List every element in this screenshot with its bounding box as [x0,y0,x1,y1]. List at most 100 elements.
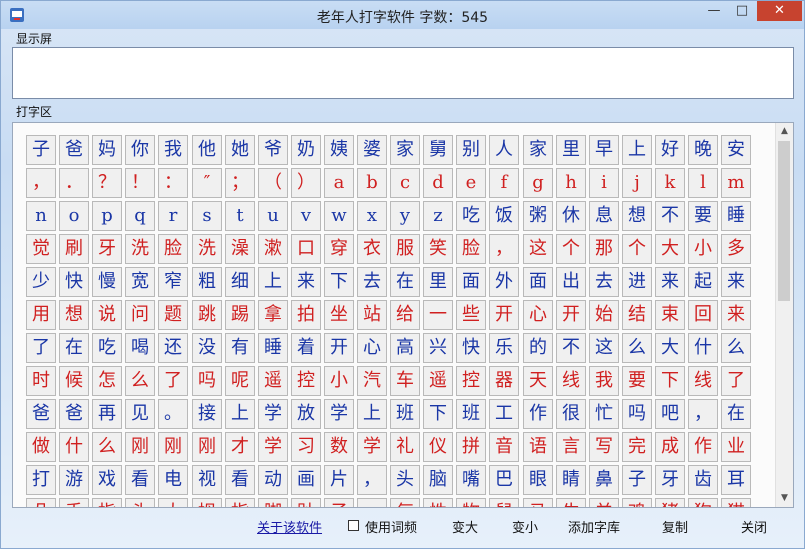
key-button[interactable]: 候 [59,366,89,396]
key-button[interactable]: 个 [622,234,652,264]
key-button[interactable]: 漱 [258,234,288,264]
key-button[interactable]: 坐 [324,300,354,330]
key-button[interactable]: 么 [92,432,122,462]
key-button[interactable]: 脑 [423,465,453,495]
key-button[interactable]: 我 [589,366,619,396]
key-button[interactable]: 面 [523,267,553,297]
key-button[interactable]: 踢 [225,300,255,330]
key-button[interactable]: 上 [258,267,288,297]
key-button[interactable]: 要 [688,201,718,231]
key-button[interactable]: b [357,168,387,198]
use-phrases-checkbox[interactable] [348,520,359,531]
key-button[interactable]: ： [158,168,188,198]
key-button[interactable]: 个 [556,234,586,264]
key-button[interactable]: 澡 [225,234,255,264]
key-button[interactable]: 刚 [192,432,222,462]
key-button[interactable]: p [92,201,122,231]
key-button[interactable]: 别 [456,135,486,165]
key-button[interactable]: 吧 [655,399,685,429]
key-button[interactable]: 小 [324,366,354,396]
key-button[interactable]: 数 [324,432,354,462]
key-button[interactable]: 戏 [92,465,122,495]
scroll-down-icon[interactable]: ▼ [776,490,793,507]
key-button[interactable]: 音 [489,432,519,462]
key-button[interactable]: 再 [92,399,122,429]
key-button[interactable]: g [523,168,553,198]
key-button[interactable]: x [357,201,387,231]
key-button[interactable]: 兴 [423,333,453,363]
key-button[interactable]: z [423,201,453,231]
key-button[interactable]: 画 [291,465,321,495]
key-button[interactable]: 你 [125,135,155,165]
key-button[interactable]: 脸 [456,234,486,264]
key-button[interactable]: 在 [59,333,89,363]
key-button[interactable]: 下 [423,399,453,429]
key-button[interactable]: 了 [158,366,188,396]
key-button[interactable]: 回 [688,300,718,330]
key-button[interactable]: 怎 [92,366,122,396]
key-button[interactable]: 心 [357,333,387,363]
key-button[interactable]: s [192,201,222,231]
key-button[interactable]: ） [291,168,321,198]
key-button[interactable]: c [390,168,420,198]
key-button[interactable]: 遥 [258,366,288,396]
key-button[interactable]: 问 [125,300,155,330]
close-window-button[interactable]: ✕ [757,1,802,21]
key-button[interactable]: 心 [523,300,553,330]
key-button[interactable]: 奶 [291,135,321,165]
key-button[interactable]: 不 [556,333,586,363]
key-button[interactable]: 她 [225,135,255,165]
key-button[interactable]: 鼻 [589,465,619,495]
key-button[interactable]: ， [26,168,56,198]
key-button[interactable]: 班 [456,399,486,429]
key-button[interactable]: 站 [357,300,387,330]
key-button[interactable]: 息 [589,201,619,231]
scroll-up-icon[interactable]: ▲ [776,123,793,140]
key-button[interactable]: 学 [258,432,288,462]
key-button[interactable]: 脚 [258,498,288,507]
key-button[interactable]: 猪 [655,498,685,507]
key-button[interactable]: 吗 [622,399,652,429]
key-button[interactable]: e [456,168,486,198]
key-button[interactable]: 窄 [158,267,188,297]
key-button[interactable]: 来 [721,300,751,330]
key-button[interactable]: 猫 [721,498,751,507]
add-library-button[interactable]: 添加字库 [568,517,620,536]
key-button[interactable]: 羊 [589,498,619,507]
key-button[interactable]: 鸡 [622,498,652,507]
key-button[interactable]: 的 [523,333,553,363]
key-button[interactable]: 起 [688,267,718,297]
key-button[interactable]: 里 [423,267,453,297]
key-button[interactable]: 。 [357,498,387,507]
key-button[interactable]: ！ [125,168,155,198]
key-button[interactable]: 题 [158,300,188,330]
key-button[interactable]: 跳 [192,300,222,330]
key-button[interactable]: 婆 [357,135,387,165]
minimize-button[interactable]: — [701,1,727,21]
key-button[interactable]: 细 [225,267,255,297]
key-button[interactable]: 开 [489,300,519,330]
key-button[interactable]: 这 [589,333,619,363]
key-button[interactable]: 嘴 [456,465,486,495]
key-button[interactable]: 子 [26,135,56,165]
key-button[interactable]: 那 [589,234,619,264]
key-button[interactable]: 了 [721,366,751,396]
key-button[interactable]: 说 [92,300,122,330]
key-button[interactable]: 礼 [390,432,420,462]
key-button[interactable]: 乐 [489,333,519,363]
key-button[interactable]: 快 [456,333,486,363]
key-button[interactable]: 少 [26,267,56,297]
key-button[interactable]: u [258,201,288,231]
key-button[interactable]: 洗 [125,234,155,264]
key-button[interactable]: 上 [357,399,387,429]
key-button[interactable]: 牙 [92,234,122,264]
key-button[interactable]: 了 [26,333,56,363]
key-button[interactable]: 面 [456,267,486,297]
key-button[interactable]: i [589,168,619,198]
key-button[interactable]: d [423,168,453,198]
key-button[interactable]: 片 [324,465,354,495]
key-button[interactable]: 下 [655,366,685,396]
key-button[interactable]: 去 [357,267,387,297]
key-button[interactable]: 拇 [192,498,222,507]
key-button[interactable]: 每 [390,498,420,507]
